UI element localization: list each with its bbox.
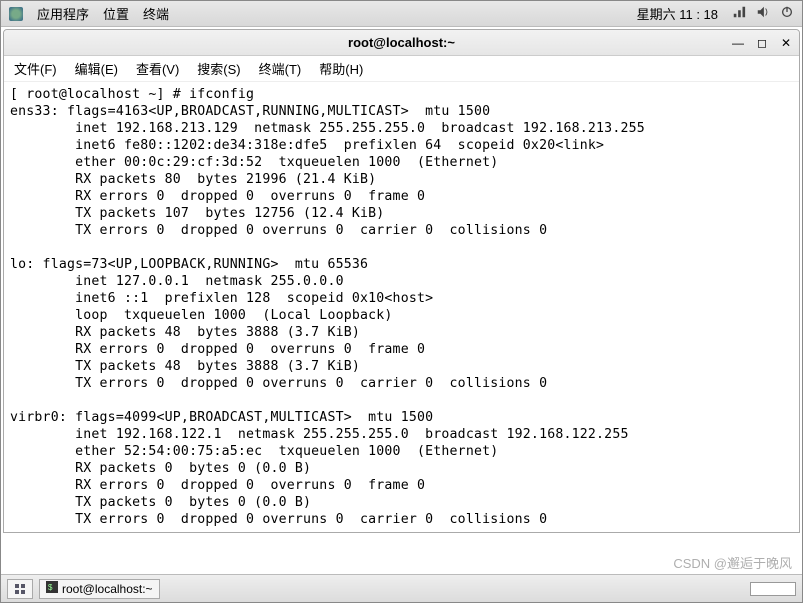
- menu-applications[interactable]: 应用程序: [37, 4, 89, 23]
- close-button[interactable]: ✕: [779, 36, 793, 50]
- taskbar-item-label: root@localhost:~: [62, 582, 153, 596]
- app-menubar: 文件(F) 编辑(E) 查看(V) 搜索(S) 终端(T) 帮助(H): [4, 56, 799, 82]
- network-icon[interactable]: [732, 5, 746, 22]
- window-titlebar[interactable]: root@localhost:~ — ◻ ✕: [4, 30, 799, 56]
- terminal-icon: $: [46, 581, 58, 596]
- distro-logo-icon: [9, 7, 23, 21]
- desktop-topbar: 应用程序 位置 终端 星期六 11 : 18: [1, 1, 802, 27]
- watermark: CSDN @邂逅于晚风: [673, 553, 792, 572]
- terminal-window: root@localhost:~ — ◻ ✕ 文件(F) 编辑(E) 查看(V)…: [3, 29, 800, 533]
- menu-search[interactable]: 搜索(S): [197, 59, 240, 78]
- desktop-taskbar: $ root@localhost:~: [1, 574, 802, 602]
- show-desktop-button[interactable]: [7, 579, 33, 599]
- volume-icon[interactable]: [756, 5, 770, 22]
- menu-terminal-app[interactable]: 终端(T): [259, 59, 302, 78]
- input-method-indicator[interactable]: [750, 582, 796, 596]
- menu-terminal[interactable]: 终端: [143, 4, 169, 23]
- menu-places[interactable]: 位置: [103, 4, 129, 23]
- menu-help[interactable]: 帮助(H): [319, 59, 363, 78]
- terminal-output[interactable]: [ root@localhost ~] # ifconfig ens33: fl…: [4, 82, 799, 532]
- menu-edit[interactable]: 编辑(E): [75, 59, 118, 78]
- power-icon[interactable]: [780, 5, 794, 22]
- window-title: root@localhost:~: [348, 35, 455, 50]
- menu-file[interactable]: 文件(F): [14, 59, 57, 78]
- svg-text:$: $: [48, 583, 53, 592]
- maximize-button[interactable]: ◻: [755, 36, 769, 50]
- system-tray: [732, 5, 794, 22]
- taskbar-item-terminal[interactable]: $ root@localhost:~: [39, 579, 160, 599]
- menu-view[interactable]: 查看(V): [136, 59, 179, 78]
- minimize-button[interactable]: —: [731, 36, 745, 50]
- clock[interactable]: 星期六 11 : 18: [637, 4, 718, 23]
